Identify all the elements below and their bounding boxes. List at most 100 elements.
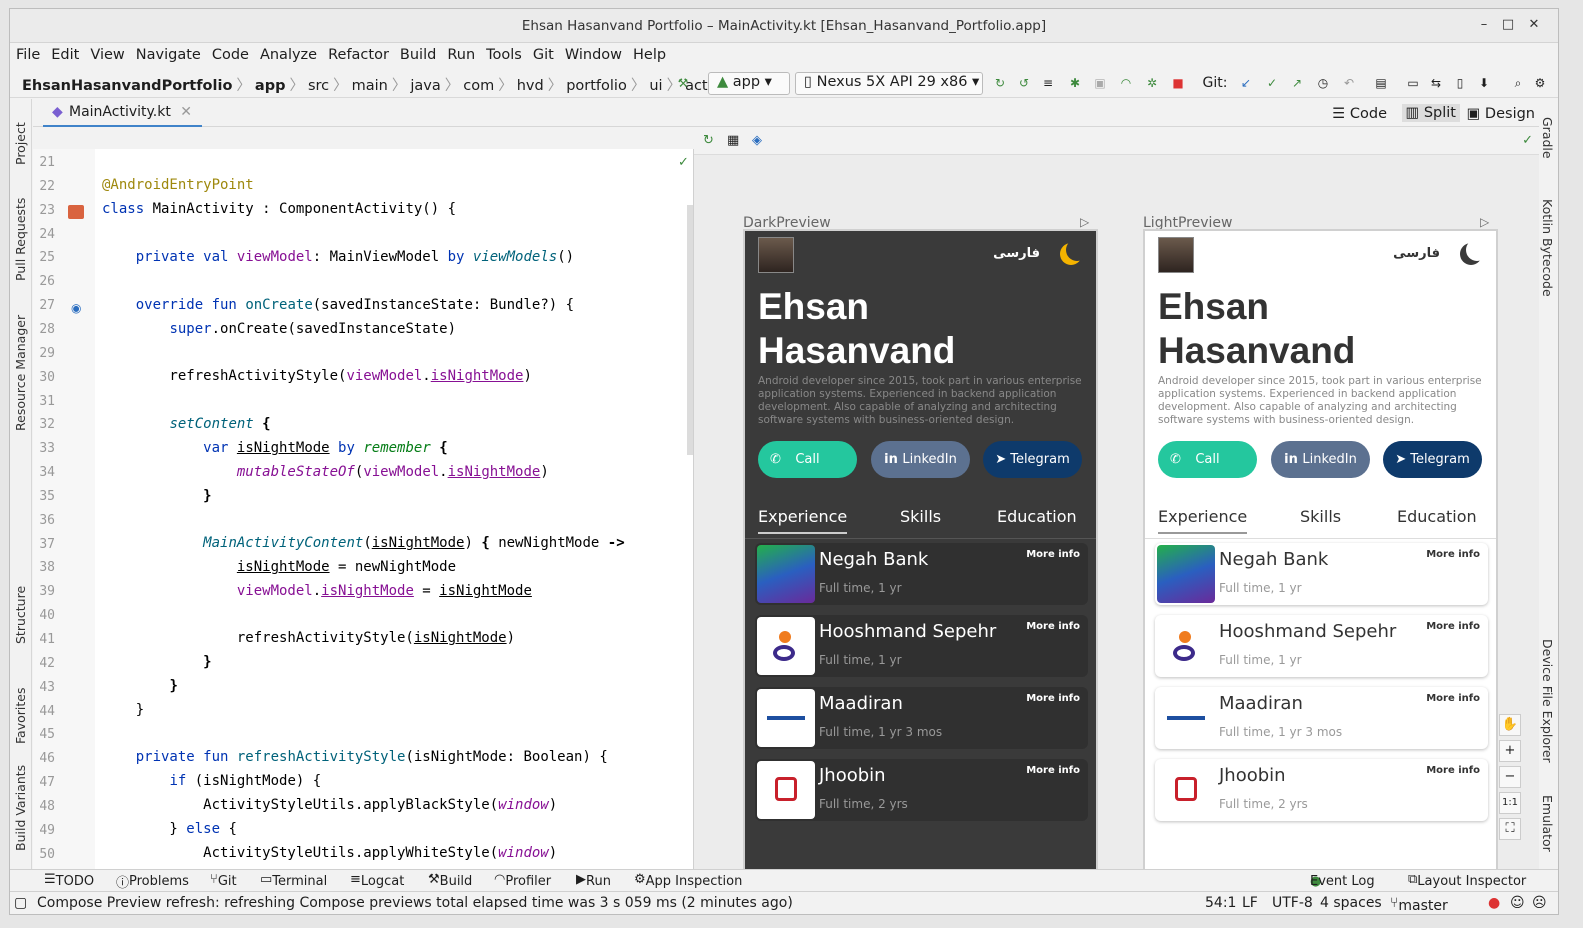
tab-experience[interactable]: Experience [758, 507, 848, 534]
run-gutter-icon[interactable] [68, 205, 84, 219]
cursor-position[interactable]: 54:1 [1205, 895, 1236, 911]
line-separator[interactable]: LF [1242, 895, 1258, 911]
breadcrumb-src[interactable]: src [308, 78, 329, 94]
attach-debugger-icon[interactable]: ✲ [1144, 76, 1160, 90]
tool-profiler[interactable]: ◠ Profiler [494, 872, 551, 889]
zoom-out-button[interactable]: − [1499, 766, 1521, 788]
sync-icon[interactable]: ⇆ [1428, 76, 1444, 90]
call-button[interactable]: ✆ Call [1158, 441, 1257, 478]
tool-structure[interactable]: Structure [13, 586, 28, 644]
menu-file[interactable]: File [10, 43, 45, 63]
menu-help[interactable]: Help [627, 43, 671, 63]
tab-education[interactable]: Education [1397, 507, 1477, 526]
pan-hand-icon[interactable]: ✋ [1499, 714, 1521, 736]
error-indicator-icon[interactable]: ● [1488, 895, 1500, 911]
zoom-fit-icon[interactable]: ⛶ [1499, 818, 1521, 840]
refresh-preview-icon[interactable]: ↻ [703, 133, 714, 148]
job-card[interactable]: Jhoobin Full time, 2 yrs More info [755, 759, 1088, 821]
tool-build[interactable]: ⚒ Build [428, 872, 472, 889]
indent-setting[interactable]: 4 spaces [1320, 895, 1382, 911]
profile-icon[interactable]: ◠ [1118, 76, 1134, 90]
more-info-link[interactable]: More info [1426, 549, 1480, 560]
breadcrumb-app[interactable]: app [255, 78, 286, 94]
job-card[interactable]: Hooshmand Sepehr Full time, 1 yr More info [1155, 615, 1488, 677]
zoom-in-button[interactable]: + [1499, 740, 1521, 762]
tool-logcat[interactable]: ≡ Logcat [350, 872, 404, 889]
project-structure-icon[interactable]: ▤ [1373, 76, 1389, 90]
job-card[interactable]: Negah Bank Full time, 1 yr More info [755, 543, 1088, 605]
mode-design[interactable]: ▣ Design [1467, 106, 1535, 122]
job-card[interactable]: Jhoobin Full time, 2 yrs More info [1155, 759, 1488, 821]
menu-navigate[interactable]: Navigate [130, 43, 206, 63]
minimize-button[interactable]: – [1472, 17, 1496, 32]
zoom-actual-button[interactable]: 1:1 [1499, 792, 1521, 814]
menu-tools[interactable]: Tools [480, 43, 527, 63]
tool-emulator[interactable]: Emulator [1540, 795, 1555, 852]
sdk-icon[interactable]: ⬇ [1476, 76, 1492, 90]
rerun-icon[interactable]: ↻ [992, 76, 1008, 90]
menu-code[interactable]: Code [206, 43, 254, 63]
tool-build-variants[interactable]: Build Variants [13, 765, 28, 851]
git-rollback-icon[interactable]: ↶ [1341, 76, 1357, 90]
language-toggle[interactable]: فارسی [993, 246, 1040, 261]
menu-window[interactable]: Window [559, 43, 627, 63]
job-card[interactable]: Maadiran Full time, 1 yr 3 mos More info [1155, 687, 1488, 749]
tool-project[interactable]: Project [13, 122, 28, 165]
more-info-link[interactable]: More info [1426, 693, 1480, 704]
tab-education[interactable]: Education [997, 507, 1077, 526]
close-tab-icon[interactable]: ✕ [180, 104, 192, 120]
tool-git[interactable]: ⑂ Git [210, 872, 237, 889]
more-info-link[interactable]: More info [1026, 765, 1080, 776]
feedback-icon[interactable]: ☺ [1510, 895, 1525, 911]
tool-layout-inspector[interactable]: ⧉ Layout Inspector [1408, 872, 1526, 889]
more-info-link[interactable]: More info [1026, 621, 1080, 632]
breadcrumb-hvd[interactable]: hvd [517, 78, 544, 94]
file-encoding[interactable]: UTF-8 [1272, 895, 1313, 911]
git-push-icon[interactable]: ↗ [1289, 76, 1305, 90]
search-icon[interactable]: ⌕ [1510, 76, 1526, 90]
tool-favorites[interactable]: Favorites [13, 688, 28, 744]
menu-refactor[interactable]: Refactor [322, 43, 394, 63]
menu-build[interactable]: Build [394, 43, 441, 63]
breadcrumb-portfolio[interactable]: portfolio [566, 78, 627, 94]
breadcrumb-project[interactable]: EhsanHasanvandPortfolio [22, 78, 232, 94]
avd-icon[interactable]: ▯ [1452, 76, 1468, 90]
tool-problems[interactable]: ⓘ Problems [116, 872, 189, 891]
menu-edit[interactable]: Edit [45, 43, 84, 63]
close-window-button[interactable]: ✕ [1522, 17, 1546, 32]
status-message[interactable]: Compose Preview refresh: refreshing Comp… [37, 895, 793, 911]
hammer-icon[interactable]: ⚒ [675, 76, 691, 90]
more-info-link[interactable]: More info [1026, 693, 1080, 704]
device-manager-icon[interactable]: ▭ [1405, 76, 1421, 90]
mode-code[interactable]: ☰ Code [1332, 106, 1387, 122]
apply-code-icon[interactable]: ≡ [1040, 76, 1056, 90]
breadcrumb-main[interactable]: main [352, 78, 388, 94]
tool-resource-manager[interactable]: Resource Manager [13, 315, 28, 431]
mode-split[interactable]: ▥ Split [1401, 104, 1460, 122]
layers-icon[interactable]: ◈ [752, 133, 762, 148]
job-card[interactable]: Negah Bank Full time, 1 yr More info [1155, 543, 1488, 605]
tool-kotlin-bytecode[interactable]: Kotlin Bytecode [1540, 199, 1555, 297]
run-config-select[interactable]: ▲ app ▾ [708, 72, 790, 95]
tool-run[interactable]: ▶ Run [576, 872, 611, 889]
more-info-link[interactable]: More info [1426, 621, 1480, 632]
device-select[interactable]: ▯ Nexus 5X API 29 x86 ▾ [795, 72, 983, 95]
tab-skills[interactable]: Skills [900, 507, 941, 526]
attach-icon[interactable]: ▣ [1092, 76, 1108, 90]
breadcrumb-com[interactable]: com [463, 78, 494, 94]
linkedin-button[interactable]: in LinkedIn [1271, 441, 1370, 478]
tool-terminal[interactable]: ▭ Terminal [260, 872, 327, 889]
override-gutter-icon[interactable]: ◉ [71, 301, 81, 315]
job-card[interactable]: Hooshmand Sepehr Full time, 1 yr More info [755, 615, 1088, 677]
menu-run[interactable]: Run [441, 43, 480, 63]
apply-changes-icon[interactable]: ↺ [1016, 76, 1032, 90]
git-history-icon[interactable]: ◷ [1315, 76, 1331, 90]
preview-layout-icon[interactable]: ▦ [727, 133, 739, 148]
breadcrumb-java[interactable]: java [410, 78, 440, 94]
git-update-icon[interactable]: ↙ [1238, 76, 1254, 90]
tool-pull-requests[interactable]: Pull Requests [13, 198, 28, 281]
menu-git[interactable]: Git [527, 43, 559, 63]
moon-icon[interactable] [1060, 239, 1088, 265]
call-button[interactable]: ✆ Call [758, 441, 857, 478]
menu-analyze[interactable]: Analyze [254, 43, 322, 63]
